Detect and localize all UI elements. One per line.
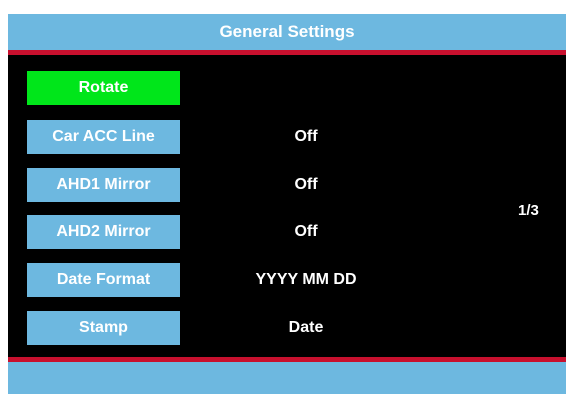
ahd1-mirror-button[interactable]: AHD1 Mirror	[27, 168, 180, 202]
ahd2-mirror-button[interactable]: AHD2 Mirror	[27, 215, 180, 249]
ahd1-mirror-value: Off	[294, 176, 318, 193]
car-acc-line-button[interactable]: Car ACC Line	[27, 120, 180, 154]
header-divider	[8, 50, 566, 55]
stamp-button[interactable]: Stamp	[27, 311, 180, 345]
header-bar: General Settings	[8, 14, 566, 50]
rotate-value	[206, 71, 406, 105]
car-acc-line-value: Off	[294, 128, 318, 145]
settings-screen: General Settings Rotate Car ACC Line Off…	[8, 14, 566, 394]
page-indicator: 1/3	[518, 202, 539, 219]
setting-row-stamp: Stamp Date	[27, 311, 547, 345]
setting-row-car-acc-line: Car ACC Line Off	[27, 120, 547, 154]
setting-row-rotate: Rotate	[27, 71, 547, 105]
date-format-button[interactable]: Date Format	[27, 263, 180, 297]
page-title: General Settings	[219, 22, 355, 41]
setting-row-ahd1-mirror: AHD1 Mirror Off	[27, 168, 547, 202]
footer-bar	[8, 362, 566, 394]
rotate-button[interactable]: Rotate	[27, 71, 180, 105]
setting-row-ahd2-mirror: AHD2 Mirror Off	[27, 215, 547, 249]
ahd2-mirror-value: Off	[294, 223, 318, 240]
stamp-value: Date	[288, 319, 324, 336]
setting-row-date-format: Date Format YYYY MM DD	[27, 263, 547, 297]
date-format-value: YYYY MM DD	[255, 271, 357, 288]
